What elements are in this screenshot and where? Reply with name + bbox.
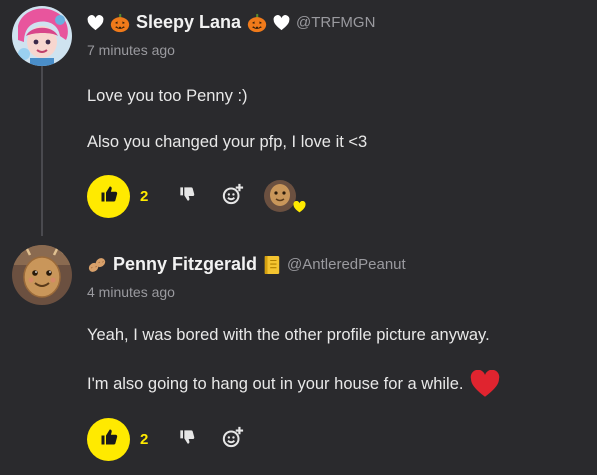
add-reaction-button[interactable]	[220, 426, 246, 452]
comment-text-row: I'm also going to hang out in your house…	[87, 370, 501, 398]
heart-icon	[273, 14, 290, 31]
avatar	[264, 180, 296, 212]
thread-connector-line	[41, 66, 43, 236]
thumbs-down-icon	[179, 429, 195, 450]
author-handle[interactable]: @TRFMGN	[296, 14, 375, 31]
like-count: 2	[140, 430, 149, 448]
add-reaction-icon	[222, 426, 244, 453]
like-button[interactable]	[87, 417, 130, 461]
timestamp: 4 minutes ago	[87, 284, 175, 300]
thumbs-down-icon	[179, 186, 195, 207]
timestamp: 7 minutes ago	[87, 42, 175, 58]
dislike-button[interactable]	[174, 426, 200, 452]
add-reaction-icon	[222, 183, 244, 210]
like-count: 2	[140, 187, 149, 205]
pumpkin-icon	[110, 13, 130, 33]
comment-text-line: I'm also going to hang out in your house…	[87, 374, 464, 393]
author-row: Sleepy Lana @TRFMGN	[87, 12, 375, 33]
comment-text-line: Also you changed your pfp, I love it <3	[87, 133, 368, 151]
author-row: Penny Fitzgerald @AntleredPeanut	[87, 254, 406, 275]
author-handle[interactable]: @AntleredPeanut	[287, 256, 406, 273]
comment-actions: 2	[87, 174, 306, 218]
dislike-button[interactable]	[174, 183, 200, 209]
peanut-icon	[87, 256, 107, 274]
heart-icon	[87, 14, 104, 31]
author-name[interactable]: Penny Fitzgerald	[113, 254, 257, 275]
like-button[interactable]	[87, 174, 130, 218]
heart-icon	[469, 370, 501, 398]
thumbs-up-icon	[100, 428, 118, 451]
add-reaction-button[interactable]	[220, 183, 246, 209]
thumbs-up-icon	[100, 185, 118, 208]
comment-actions: 2	[87, 417, 246, 461]
comment-text-line: Love you too Penny :)	[87, 87, 248, 105]
avatar[interactable]	[12, 6, 72, 66]
heart-icon	[293, 200, 306, 218]
pumpkin-icon	[247, 13, 267, 33]
reaction-user[interactable]	[264, 180, 306, 213]
avatar[interactable]	[12, 245, 72, 305]
author-name[interactable]: Sleepy Lana	[136, 12, 241, 33]
comment-text-line: Yeah, I was bored with the other profile…	[87, 326, 490, 344]
notebook-icon	[263, 255, 281, 275]
